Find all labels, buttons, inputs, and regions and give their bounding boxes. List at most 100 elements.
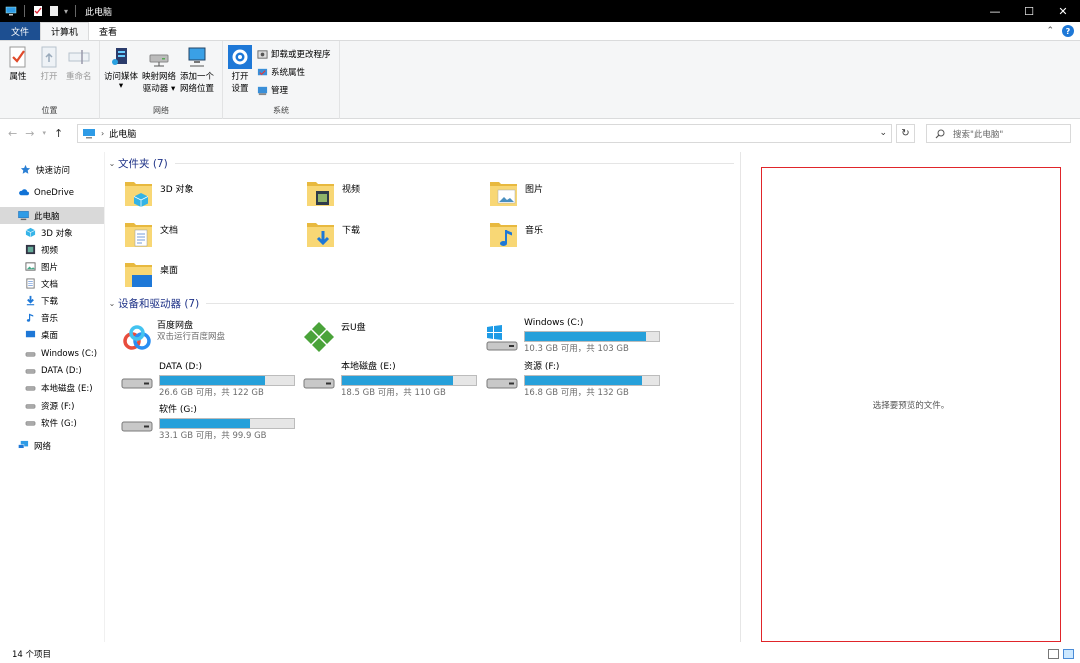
address-bar[interactable]: › 此电脑 ⌄ (77, 124, 892, 143)
ribbon-group-system: 打开 设置 卸载或更改程序 系统属性 管理 系统 (223, 41, 340, 119)
breadcrumb[interactable]: 此电脑 (109, 127, 136, 140)
sidebar-item-this-pc[interactable]: 此电脑 (0, 207, 104, 224)
group-header-folders[interactable]: ⌄ 文件夹 (7) (106, 156, 734, 171)
folder-desktop[interactable]: 桌面 (124, 258, 178, 292)
sidebar-item-videos[interactable]: 视频 (0, 241, 104, 258)
pane-divider[interactable] (104, 152, 105, 642)
maximize-button[interactable]: ☐ (1012, 0, 1046, 22)
system-properties-button[interactable]: 系统属性 (257, 66, 305, 78)
customize-toolbar-icon[interactable]: ▾ (64, 7, 68, 16)
chevron-down-icon[interactable]: ⌄ (106, 299, 118, 308)
new-folder-icon[interactable] (48, 5, 60, 17)
document-icon (26, 278, 35, 289)
rename-button[interactable]: 重命名 (66, 45, 92, 83)
video-folder-icon (307, 182, 334, 206)
sidebar-item-drive-e[interactable]: 本地磁盘 (E:) (0, 379, 104, 396)
access-media-button[interactable]: 访问媒体 ▾ (104, 45, 138, 90)
uninstall-programs-button[interactable]: 卸载或更改程序 (257, 48, 331, 60)
sidebar-item-onedrive[interactable]: OneDrive (0, 184, 104, 201)
gear-icon (228, 45, 252, 69)
drive-d[interactable]: DATA (D:) 26.6 GB 可用，共 122 GB (120, 361, 295, 399)
ribbon: 属性 打开 重命名 位置 访问媒体 ▾ 映射网络 驱动器 ▾ 添加一个 网络位置… (0, 40, 1080, 119)
sidebar-item-pictures[interactable]: 图片 (0, 258, 104, 275)
drive-icon (121, 378, 153, 389)
help-icon[interactable]: ? (1062, 25, 1074, 37)
star-icon (20, 164, 31, 174)
sidebar-item-documents[interactable]: 文档 (0, 275, 104, 292)
device-yun-u-disk[interactable]: 云U盘 (302, 318, 366, 354)
drive-g[interactable]: 软件 (G:) 33.1 GB 可用，共 99.9 GB (120, 404, 295, 442)
pc-icon (83, 128, 95, 138)
sidebar-item-drive-d[interactable]: DATA (D:) (0, 362, 104, 379)
open-button[interactable]: 打开 (37, 45, 61, 83)
folder-3d-objects[interactable]: 3D 对象 (124, 177, 194, 211)
uninstall-icon (257, 49, 268, 59)
forward-button[interactable]: → (25, 127, 34, 140)
preview-pane-divider[interactable] (740, 152, 741, 642)
ribbon-group-location: 属性 打开 重命名 位置 (0, 41, 100, 119)
search-input[interactable]: 搜索"此电脑" (926, 124, 1071, 143)
navigation-bar: ← → ▾ ↑ › 此电脑 ⌄ ↻ 搜索"此电脑" (0, 119, 1080, 149)
drive-usage-bar (159, 418, 295, 429)
minimize-button[interactable]: — (978, 0, 1012, 22)
up-button[interactable]: ↑ (54, 127, 63, 140)
folder-pictures[interactable]: 图片 (489, 177, 543, 211)
document-folder-icon (125, 223, 152, 247)
sidebar-item-music[interactable]: 音乐 (0, 309, 104, 326)
desktop-folder-icon (125, 263, 152, 287)
network-icon (18, 440, 29, 449)
open-settings-button[interactable]: 打开 设置 (228, 45, 252, 95)
tab-file[interactable]: 文件 (0, 22, 40, 40)
properties-button[interactable]: 属性 (6, 45, 30, 83)
drive-icon (25, 386, 36, 391)
folder-videos[interactable]: 视频 (306, 177, 360, 211)
large-icons-view-icon[interactable] (1063, 649, 1074, 659)
close-button[interactable]: ✕ (1046, 0, 1080, 22)
sidebar-item-downloads[interactable]: 下载 (0, 292, 104, 309)
download-icon (26, 295, 35, 306)
item-count: 14 个项目 (12, 650, 52, 660)
sidebar-item-drive-c[interactable]: Windows (C:) (0, 345, 104, 362)
video-icon (25, 244, 36, 255)
folder-music[interactable]: 音乐 (489, 218, 543, 252)
folder-documents[interactable]: 文档 (124, 218, 178, 252)
tab-computer[interactable]: 计算机 (40, 22, 90, 40)
sidebar-item-drive-f[interactable]: 资源 (F:) (0, 397, 104, 414)
properties-icon[interactable] (32, 5, 44, 17)
chevron-down-icon[interactable]: ⌄ (106, 159, 118, 168)
sidebar-item-desktop[interactable]: 桌面 (0, 326, 104, 343)
collapse-ribbon-icon[interactable]: ⌃ (1046, 26, 1054, 36)
group-header-devices[interactable]: ⌄ 设备和驱动器 (7) (106, 296, 734, 311)
music-icon (26, 313, 34, 322)
ribbon-group-label: 系统 (273, 106, 289, 115)
folder-downloads[interactable]: 下载 (306, 218, 360, 252)
add-network-location-button[interactable]: 添加一个 网络位置 (180, 45, 214, 95)
map-network-drive-button[interactable]: 映射网络 驱动器 ▾ (142, 45, 176, 95)
preview-pane: 选择要预览的文件。 (761, 167, 1061, 642)
back-button[interactable]: ← (8, 127, 17, 140)
baidu-netdisk-icon (123, 325, 151, 350)
drive-c[interactable]: Windows (C:) 10.3 GB 可用，共 103 GB (485, 317, 660, 355)
music-folder-icon (490, 223, 517, 247)
recent-locations-button[interactable]: ▾ (42, 127, 46, 140)
drive-icon (486, 378, 518, 389)
sidebar-item-network[interactable]: 网络 (0, 437, 104, 454)
breadcrumb-separator-icon[interactable]: › (101, 129, 104, 138)
drive-e[interactable]: 本地磁盘 (E:) 18.5 GB 可用，共 110 GB (302, 361, 477, 399)
drive-icon (121, 421, 153, 432)
refresh-button[interactable]: ↻ (896, 124, 915, 143)
manage-button[interactable]: 管理 (257, 84, 288, 96)
sidebar-item-drive-g[interactable]: 软件 (G:) (0, 414, 104, 431)
tab-view[interactable]: 查看 (89, 22, 127, 40)
details-view-icon[interactable] (1048, 649, 1059, 659)
sidebar-item-3d-objects[interactable]: 3D 对象 (0, 224, 104, 241)
picture-folder-icon (490, 182, 517, 206)
windows-drive-icon (486, 325, 518, 351)
drive-f[interactable]: 资源 (F:) 16.8 GB 可用，共 132 GB (485, 361, 660, 399)
sidebar-item-quick-access[interactable]: 快速访问 (0, 161, 104, 178)
navigation-pane: 快速访问 OneDrive 此电脑 3D 对象 视频 图片 文档 下载 音乐 桌… (0, 152, 104, 642)
address-dropdown-button[interactable]: ⌄ (879, 128, 887, 138)
device-baidu-netdisk[interactable]: 百度网盘 双击运行百度网盘 (122, 320, 225, 352)
cloud-icon (19, 189, 29, 196)
pc-icon[interactable] (5, 5, 17, 17)
